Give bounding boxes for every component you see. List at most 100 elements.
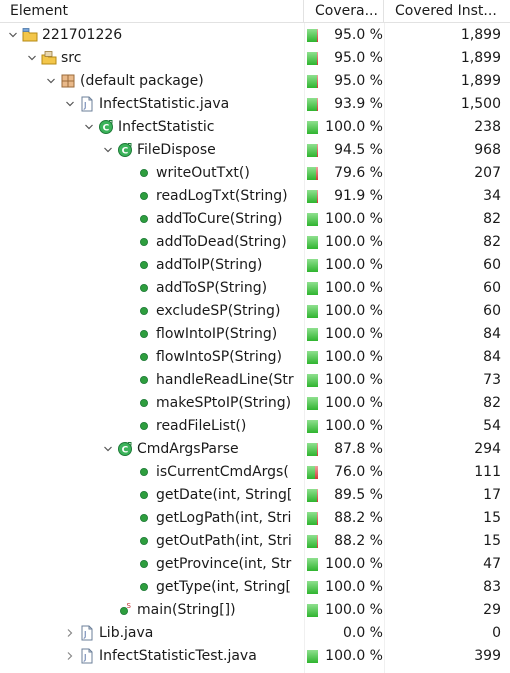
coverage-value: 94.5 % — [334, 142, 383, 158]
tree-row[interactable]: getDate(int, String[89.5 % 17 — [0, 484, 510, 507]
covered-instructions-value: 15 — [483, 510, 501, 526]
covered-instructions-value: 15 — [483, 533, 501, 549]
coverage-value: 79.6 % — [334, 165, 383, 181]
element-cell: getLogPath(int, Stri — [0, 507, 304, 530]
element-cell: (default package) — [0, 70, 304, 93]
missed-segment — [317, 98, 318, 111]
column-header-coverage[interactable]: Covera... — [305, 0, 384, 23]
method-icon — [140, 560, 148, 568]
tree-row[interactable]: C CmdArgsParse 87.8 % 294 — [0, 438, 510, 461]
missed-segment — [316, 167, 318, 180]
method-icon — [140, 514, 148, 522]
element-cell: J InfectStatisticTest.java — [0, 645, 304, 668]
expand-chevron-down-icon[interactable] — [65, 99, 75, 109]
expand-chevron-down-icon[interactable] — [103, 145, 113, 155]
element-label: Lib.java — [99, 625, 154, 641]
tree-row[interactable]: writeOutTxt() 79.6 % 207 — [0, 162, 510, 185]
expand-chevron-right-icon[interactable] — [65, 651, 75, 661]
tree-row[interactable]: addToCure(String) 100.0 % 82 — [0, 208, 510, 231]
element-label: writeOutTxt() — [156, 165, 250, 181]
tree-row[interactable]: J InfectStatisticTest.java 100.0 % 399 — [0, 645, 510, 668]
covered-segment — [307, 98, 317, 111]
tree-row[interactable]: 221701226 95.0 % 1,899 — [0, 24, 510, 47]
element-cell: J Lib.java — [0, 622, 304, 645]
svg-text:C: C — [122, 147, 129, 157]
method-icon — [140, 215, 148, 223]
svg-text:S: S — [127, 602, 132, 610]
method-icon — [140, 422, 148, 430]
tree-row[interactable]: getProvince(int, Str 100.0 % 47 — [0, 553, 510, 576]
element-cell: J InfectStatistic.java — [0, 93, 304, 116]
missed-segment — [317, 443, 318, 456]
covered-segment — [307, 52, 317, 65]
tree-row[interactable]: addToSP(String) 100.0 % 60 — [0, 277, 510, 300]
coverage-value: 100.0 % — [325, 372, 383, 388]
covered-instructions-value: 29 — [483, 602, 501, 618]
tree-row[interactable]: isCurrentCmdArgs(76.0 % 111 — [0, 461, 510, 484]
tree-row[interactable]: Smain(String[]) 100.0 % 29 — [0, 599, 510, 622]
expand-chevron-down-icon[interactable] — [103, 444, 113, 454]
expand-chevron-down-icon[interactable] — [27, 53, 37, 63]
coverage-value: 100.0 % — [325, 234, 383, 250]
missed-segment — [317, 489, 318, 502]
covered-instructions-value: 84 — [483, 349, 501, 365]
java-file-icon: J — [81, 96, 93, 112]
expand-chevron-down-icon[interactable] — [8, 30, 18, 40]
column-header-element[interactable]: Element — [0, 0, 304, 23]
tree-row[interactable]: addToIP(String) 100.0 % 60 — [0, 254, 510, 277]
expand-chevron-down-icon[interactable] — [46, 76, 56, 86]
method-icon — [140, 330, 148, 338]
element-cell: flowIntoIP(String) — [0, 323, 304, 346]
element-cell: addToDead(String) — [0, 231, 304, 254]
coverage-value: 100.0 % — [325, 648, 383, 664]
covered-segment — [307, 236, 318, 249]
method-icon — [140, 261, 148, 269]
covered-segment — [307, 259, 318, 272]
covered-instructions-value: 83 — [483, 579, 501, 595]
method-icon — [140, 491, 148, 499]
covered-instructions-value: 294 — [474, 441, 501, 457]
tree-row[interactable]: readFileList() 100.0 % 54 — [0, 415, 510, 438]
tree-row[interactable]: flowIntoSP(String) 100.0 % 84 — [0, 346, 510, 369]
covered-instructions-value: 84 — [483, 326, 501, 342]
covered-instructions-value: 399 — [474, 648, 501, 664]
tree-row[interactable]: getType(int, String[100.0 % 83 — [0, 576, 510, 599]
element-cell: C FileDispose — [0, 139, 304, 162]
expand-chevron-down-icon[interactable] — [84, 122, 94, 132]
element-label: src — [61, 50, 82, 66]
coverage-value: 100.0 % — [325, 579, 383, 595]
element-label: readFileList() — [156, 418, 247, 434]
tree-row[interactable]: excludeSP(String) 100.0 % 60 — [0, 300, 510, 323]
tree-row[interactable]: src 95.0 % 1,899 — [0, 47, 510, 70]
element-cell: addToIP(String) — [0, 254, 304, 277]
element-cell: C CmdArgsParse — [0, 438, 304, 461]
covered-segment — [307, 213, 318, 226]
tree-row[interactable]: J InfectStatistic.java 93.9 % 1,500 — [0, 93, 510, 116]
covered-instructions-value: 47 — [483, 556, 501, 572]
svg-text:C: C — [122, 446, 129, 456]
tree-row[interactable]: J Lib.java 0.0 % 0 — [0, 622, 510, 645]
tree-row[interactable]: handleReadLine(Str 100.0 % 73 — [0, 369, 510, 392]
covered-instructions-value: 1,899 — [460, 50, 501, 66]
tree-row[interactable]: getOutPath(int, Stri 88.2 % 15 — [0, 530, 510, 553]
method-icon — [140, 583, 148, 591]
column-header-covered-instructions[interactable]: Covered Inst... — [385, 0, 510, 23]
covered-segment — [307, 190, 317, 203]
tree-row[interactable]: getLogPath(int, Stri 88.2 % 15 — [0, 507, 510, 530]
tree-row[interactable]: readLogTxt(String) 91.9 % 34 — [0, 185, 510, 208]
tree-row[interactable]: flowIntoIP(String) 100.0 % 84 — [0, 323, 510, 346]
tree-row[interactable]: C FileDispose 94.5 % 968 — [0, 139, 510, 162]
element-label: 221701226 — [42, 27, 123, 43]
tree-row[interactable]: C InfectStatistic 100.0 % 238 — [0, 116, 510, 139]
class-icon: C — [99, 120, 113, 134]
method-icon — [140, 376, 148, 384]
missed-segment — [315, 466, 318, 479]
svg-text:J: J — [83, 653, 86, 662]
tree-row[interactable]: makeSPtoIP(String) 100.0 % 82 — [0, 392, 510, 415]
element-label: FileDispose — [137, 142, 216, 158]
expand-chevron-right-icon[interactable] — [65, 628, 75, 638]
tree-row[interactable]: (default package) 95.0 % 1,899 — [0, 70, 510, 93]
tree-row[interactable]: addToDead(String) 100.0 % 82 — [0, 231, 510, 254]
element-label: InfectStatistic — [118, 119, 215, 135]
element-cell: addToCure(String) — [0, 208, 304, 231]
